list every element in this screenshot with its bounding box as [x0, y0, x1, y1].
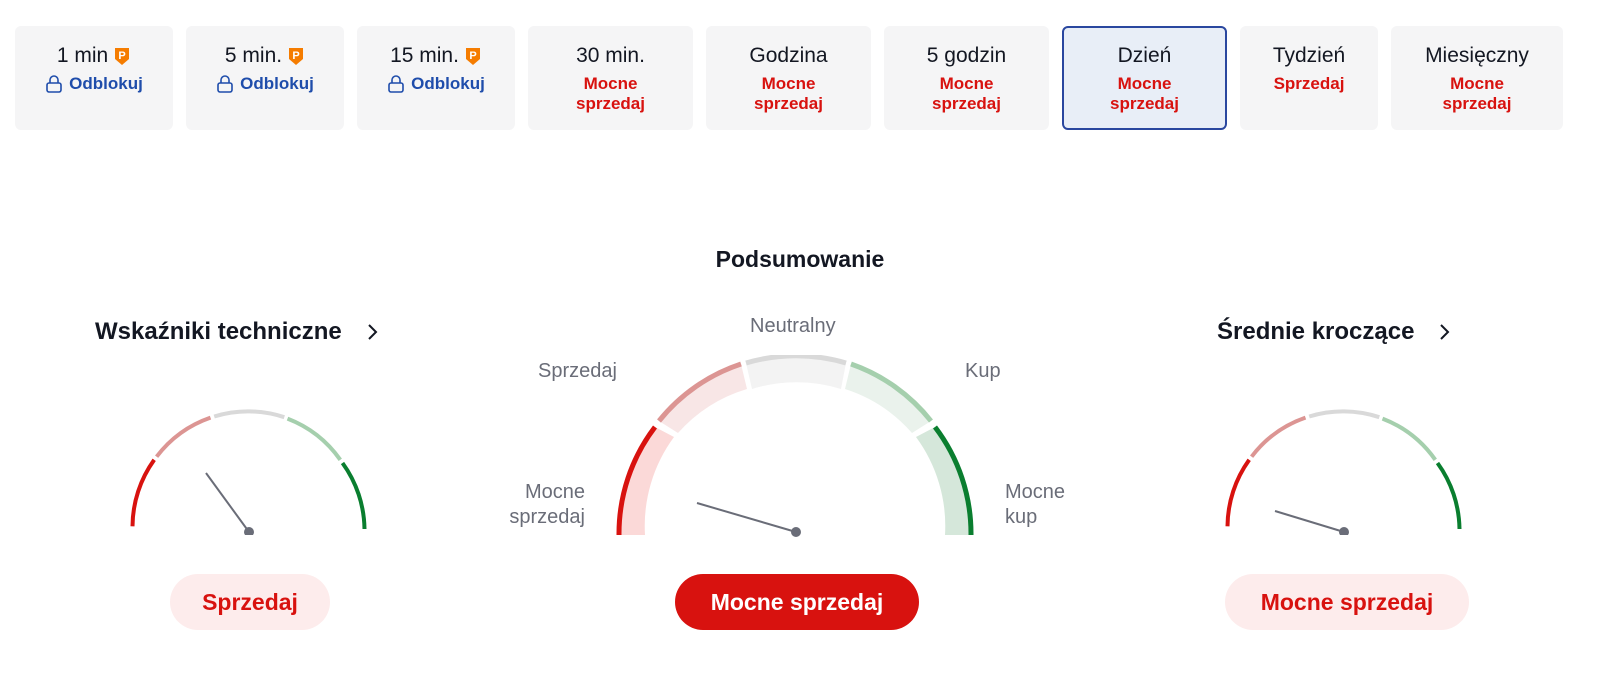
gauge-arc-neutral — [1308, 409, 1380, 420]
gauge-label-sell: Sprzedaj — [538, 360, 617, 382]
tab-status: Mocne sprzedaj — [576, 74, 645, 113]
tab-status: Mocne sprzedaj — [1110, 74, 1179, 113]
moving-averages-gauge — [1225, 409, 1462, 535]
tab-status: Mocne sprzedaj — [754, 74, 823, 113]
tab-label: 5 godzin — [926, 44, 1007, 67]
moving-averages-link[interactable]: Średnie kroczące — [1217, 318, 1452, 346]
tab-day[interactable]: Dzień Mocne sprzedaj — [1062, 26, 1227, 130]
chevron-right-icon — [1440, 324, 1450, 340]
tab-5min[interactable]: 5 min. P Odblokuj — [186, 26, 344, 130]
tab-label: Tydzień — [1272, 44, 1346, 67]
gauge-arc-strong-buy — [340, 461, 367, 530]
svg-text:P: P — [119, 50, 126, 62]
gauge-arc-sell — [1250, 415, 1307, 458]
tab-label: 30 min. — [576, 44, 645, 67]
gauge-arc-buy — [286, 416, 342, 461]
tab-label: Dzień — [1117, 44, 1172, 67]
lock-icon — [217, 75, 233, 93]
technical-result-badge: Sprzedaj — [170, 574, 330, 630]
gauge-arc-strong-sell — [1225, 458, 1251, 527]
unlock-link[interactable]: Odblokuj — [387, 74, 485, 94]
tab-1min[interactable]: 1 min P Odblokuj — [15, 26, 173, 130]
gauge-pivot — [791, 527, 801, 537]
gauge-fill-sell — [659, 364, 747, 433]
moving-averages-result-badge: Mocne sprzedaj — [1225, 574, 1469, 630]
gauge-fill-buy — [845, 364, 931, 433]
technical-indicators-title: Wskaźniki techniczne — [95, 318, 342, 345]
summary-result-badge: Mocne sprzedaj — [675, 574, 919, 630]
gauge-label-neutral: Neutralny — [750, 315, 836, 337]
gauge-arc-strong-sell — [130, 458, 156, 527]
gauge-pivot — [1339, 527, 1349, 535]
gauge-arc-buy — [1381, 416, 1437, 461]
summary-title: Podsumowanie — [715, 246, 885, 272]
svg-text:P: P — [292, 50, 299, 62]
tab-week[interactable]: Tydzień Sprzedaj — [1240, 26, 1378, 130]
tab-status: Mocne sprzedaj — [1442, 74, 1512, 113]
technical-gauge — [130, 409, 367, 535]
pro-badge-icon: P — [115, 48, 130, 65]
tab-30min[interactable]: 30 min. Mocne sprzedaj — [528, 26, 693, 130]
pro-badge-icon: P — [465, 48, 480, 65]
tab-month[interactable]: Miesięczny Mocne sprzedaj — [1391, 26, 1563, 130]
lock-icon — [46, 75, 62, 93]
timeframe-tabs: 1 min P Odblokuj 5 min. P Odblokuj 15 mi… — [0, 0, 1600, 140]
technical-indicators-link[interactable]: Wskaźniki techniczne — [95, 318, 380, 346]
gauge-arc-strong-buy — [1435, 461, 1462, 530]
gauge-label-strong-sell: Mocne sprzedaj — [509, 481, 585, 528]
tab-15min[interactable]: 15 min. P Odblokuj — [357, 26, 515, 130]
tab-hour[interactable]: Godzina Mocne sprzedaj — [706, 26, 871, 130]
gauge-arc-sell — [155, 415, 212, 458]
unlock-link[interactable]: Odblokuj — [216, 74, 314, 94]
gauge-needle — [205, 472, 250, 533]
tab-status: Mocne sprzedaj — [932, 74, 1001, 113]
tab-label: 15 min. — [390, 44, 459, 67]
gauge-label-strong-buy: Mocne kup — [1005, 481, 1066, 528]
svg-text:P: P — [469, 50, 476, 62]
lock-icon — [388, 75, 404, 93]
tab-label: Godzina — [749, 44, 828, 67]
chevron-right-icon — [368, 324, 378, 340]
tab-label: Miesięczny — [1425, 44, 1529, 67]
summary-gauge — [616, 355, 974, 537]
pro-badge-icon: P — [289, 48, 304, 65]
gauge-needle — [696, 502, 797, 533]
tab-5hours[interactable]: 5 godzin Mocne sprzedaj — [884, 26, 1049, 130]
tab-status: Sprzedaj — [1273, 74, 1345, 93]
gauge-arc-neutral — [213, 409, 285, 420]
moving-averages-title: Średnie kroczące — [1217, 318, 1415, 345]
gauge-needle — [1274, 510, 1345, 533]
tab-label: 1 min — [56, 44, 109, 67]
tab-label: 5 min. — [224, 44, 283, 67]
unlock-link[interactable]: Odblokuj — [45, 74, 143, 94]
